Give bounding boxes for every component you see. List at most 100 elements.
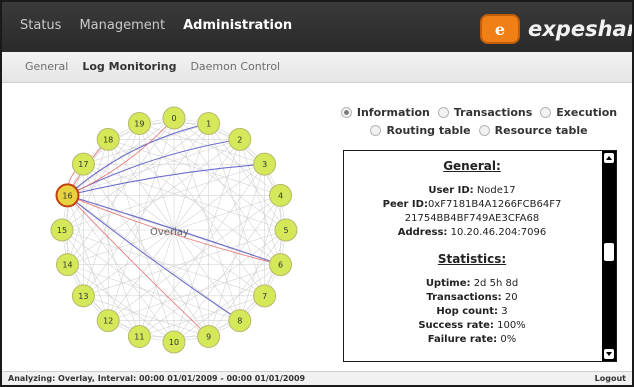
address-row: Address: 10.20.46.204:7096 xyxy=(397,227,547,238)
transactions-row: Transactions: 20 xyxy=(426,292,518,303)
mesh-edge xyxy=(61,229,265,297)
expeshare-logo: e expeshare xyxy=(480,14,632,44)
overlay-node-5[interactable]: 5 xyxy=(274,218,298,242)
tab-information[interactable]: Information xyxy=(340,106,430,119)
overlay-node-18[interactable]: 18 xyxy=(96,127,120,151)
radio-unselected-icon xyxy=(437,107,449,118)
overlay-node-19[interactable]: 19 xyxy=(127,111,151,135)
info-tabs: Information Transactions Execution Routi… xyxy=(340,106,618,142)
tab-execution[interactable]: Execution xyxy=(540,106,617,119)
status-bar: Analyzing: Overlay, Interval: 00:00 01/0… xyxy=(2,371,632,385)
top-nav: Status Management Administration xyxy=(20,18,310,33)
peer-id-row: Peer ID:0xF7181B4A1266FCB64F7 xyxy=(382,199,562,210)
overlay-node-label: 15 xyxy=(57,226,67,235)
overlay-node-label: 16 xyxy=(62,191,72,200)
logo-text: expeshare xyxy=(528,17,632,41)
transactions-value: 20 xyxy=(504,292,518,303)
overlay-node-12[interactable]: 12 xyxy=(96,309,120,333)
overlay-node-13[interactable]: 13 xyxy=(71,284,95,308)
radio-unselected-icon xyxy=(370,125,382,136)
sub-nav-general[interactable]: General xyxy=(25,60,68,73)
top-nav-administration[interactable]: Administration xyxy=(183,18,292,33)
overlay-node-label: 2 xyxy=(237,135,242,144)
overlay-node-14[interactable]: 14 xyxy=(55,253,79,277)
overlay-node-16[interactable]: 16 xyxy=(55,183,80,208)
overlay-node-label: 17 xyxy=(78,160,88,169)
overlay-node-1[interactable]: 1 xyxy=(197,111,221,135)
node-info-panel: General: User ID: Node17 Peer ID:0xF7181… xyxy=(343,150,617,362)
top-nav-status[interactable]: Status xyxy=(20,18,61,33)
overlay-node-label: 3 xyxy=(262,160,267,169)
mesh-edge xyxy=(107,139,175,343)
radio-unselected-icon xyxy=(540,107,552,118)
overlay-node-label: 18 xyxy=(103,135,113,144)
success-rate-row: Success rate: 100% xyxy=(418,320,526,331)
overlay-node-15[interactable]: 15 xyxy=(50,218,74,242)
overlay-node-0[interactable]: 0 xyxy=(162,106,186,130)
radio-selected-icon xyxy=(340,107,352,118)
logout-link[interactable]: Logout xyxy=(595,374,626,383)
overlay-node-2[interactable]: 2 xyxy=(228,127,252,151)
overlay-node-11[interactable]: 11 xyxy=(127,325,151,349)
mesh-edge xyxy=(83,163,209,337)
scroll-down-icon[interactable] xyxy=(604,349,614,359)
tab-routing-table-label: Routing table xyxy=(386,124,471,137)
app-window: Status Management Administration e expes… xyxy=(0,0,634,387)
tab-transactions[interactable]: Transactions xyxy=(437,106,533,119)
sub-nav-daemon-control[interactable]: Daemon Control xyxy=(190,60,280,73)
overlay-node-6[interactable]: 6 xyxy=(269,253,293,277)
sub-navigation-bar: General Log Monitoring Daemon Control xyxy=(2,52,632,83)
overlay-node-label: 11 xyxy=(134,333,144,342)
sub-nav-log-monitoring[interactable]: Log Monitoring xyxy=(82,60,176,73)
overlay-node-9[interactable]: 9 xyxy=(197,325,221,349)
overlay-graph[interactable]: 012345678910111213141516171819 Overlay xyxy=(38,96,310,364)
hop-count-value: 3 xyxy=(501,306,508,317)
peer-id-value-2: 21754BB4BF749AE3CFA68 xyxy=(404,213,540,224)
scroll-up-icon[interactable] xyxy=(604,153,614,163)
top-nav-management[interactable]: Management xyxy=(79,18,165,33)
overlay-node-17[interactable]: 17 xyxy=(71,152,95,176)
overlay-node-3[interactable]: 3 xyxy=(253,152,277,176)
failure-rate-value: 0% xyxy=(500,334,517,345)
info-tabs-row-1: Information Transactions Execution xyxy=(340,106,618,119)
tab-information-label: Information xyxy=(356,106,430,119)
overlay-node-label: 7 xyxy=(262,292,267,301)
overlay-node-label: 9 xyxy=(206,333,211,342)
route-edge-red xyxy=(67,195,209,337)
overlay-node-label: 4 xyxy=(278,191,283,200)
overlay-node-label: 19 xyxy=(134,119,144,128)
overlay-node-8[interactable]: 8 xyxy=(228,309,252,333)
overlay-node-label: 0 xyxy=(171,114,176,123)
uptime-row: Uptime: 2d 5h 8d xyxy=(425,278,519,289)
overlay-label: Overlay xyxy=(150,227,189,238)
tab-execution-label: Execution xyxy=(556,106,618,119)
info-tabs-row-2: Routing table Resource table xyxy=(348,124,618,137)
overlay-node-label: 5 xyxy=(283,226,288,235)
overlay-node-4[interactable]: 4 xyxy=(269,183,293,207)
analysis-status-text: Analyzing: Overlay, Interval: 00:00 01/0… xyxy=(8,374,306,383)
overlay-node-7[interactable]: 7 xyxy=(253,284,277,308)
panel-scrollbar[interactable] xyxy=(602,151,616,361)
overlay-node-10[interactable]: 10 xyxy=(162,330,186,354)
hop-count-row: Hop count: 3 xyxy=(436,306,508,317)
overlay-node-label: 10 xyxy=(169,338,179,347)
tab-transactions-label: Transactions xyxy=(453,106,533,119)
overlay-node-label: 14 xyxy=(62,261,72,270)
failure-rate-row: Failure rate: 0% xyxy=(427,334,517,345)
peer-id-value-1: 0xF7181B4A1266FCB64F7 xyxy=(427,199,562,210)
tab-resource-table[interactable]: Resource table xyxy=(478,124,588,137)
statistics-title: Statistics: xyxy=(437,252,507,266)
general-title: General: xyxy=(443,159,501,173)
user-id-value: Node17 xyxy=(476,185,516,196)
sub-nav: General Log Monitoring Daemon Control xyxy=(25,60,294,73)
user-id-row: User ID: Node17 xyxy=(428,185,516,196)
mesh-edge xyxy=(139,123,265,297)
overlay-node-label: 8 xyxy=(237,317,242,326)
overlay-node-label: 1 xyxy=(206,119,211,128)
mesh-edge xyxy=(67,195,241,321)
tab-routing-table[interactable]: Routing table xyxy=(370,124,471,137)
overlay-node-label: 13 xyxy=(78,292,88,301)
scroll-thumb[interactable] xyxy=(604,243,614,261)
overlay-node-label: 12 xyxy=(103,317,113,326)
logo-badge-icon: e xyxy=(480,14,520,44)
